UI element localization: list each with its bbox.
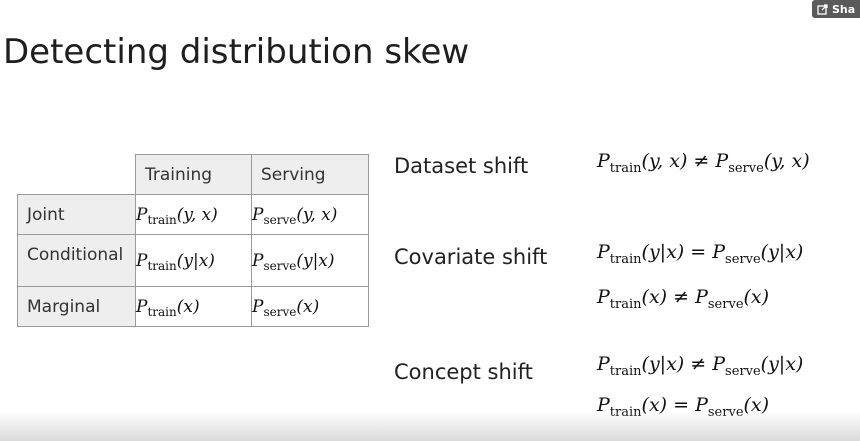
row-label-joint: Joint: [17, 194, 136, 235]
cell-marginal-training: Ptrain(x): [135, 286, 252, 327]
table-corner: [18, 155, 136, 195]
cell-marginal-serving: Pserve(x): [251, 286, 369, 327]
distribution-table: Training Serving Joint Ptrain(y, x) Pser…: [17, 154, 369, 327]
row-label-marginal: Marginal: [17, 286, 136, 327]
eq-covariate-shift-2: Ptrain(x) ≠ Pserve(x): [597, 286, 770, 312]
header-training: Training: [135, 154, 252, 195]
share-icon: [817, 3, 829, 15]
header-serving: Serving: [251, 154, 369, 195]
cell-joint-training: Ptrain(y, x): [135, 194, 252, 235]
share-label: Sha: [832, 2, 856, 16]
cell-conditional-serving: Pserve(y|x): [251, 234, 369, 287]
table-row-conditional: Conditional Ptrain(y|x) Pserve(y|x): [17, 234, 369, 287]
bottom-shadow: [0, 411, 860, 441]
label-covariate-shift: Covariate shift: [394, 245, 548, 269]
share-button[interactable]: Sha: [812, 0, 860, 18]
table-header-row: Training Serving: [18, 154, 369, 195]
table-row-joint: Joint Ptrain(y, x) Pserve(y, x): [17, 194, 369, 235]
eq-covariate-shift-1: Ptrain(y|x) = Pserve(y|x): [597, 241, 804, 267]
table-row-marginal: Marginal Ptrain(x) Pserve(x): [17, 286, 369, 327]
cell-conditional-training: Ptrain(y|x): [135, 234, 252, 287]
label-concept-shift: Concept shift: [394, 360, 533, 384]
page-title: Detecting distribution skew: [3, 32, 470, 72]
eq-dataset-shift-1: Ptrain(y, x) ≠ Pserve(y, x): [597, 150, 810, 176]
cell-joint-serving: Pserve(y, x): [251, 194, 369, 235]
eq-concept-shift-1: Ptrain(y|x) ≠ Pserve(y|x): [597, 353, 804, 379]
row-label-conditional: Conditional: [17, 234, 136, 287]
label-dataset-shift: Dataset shift: [394, 154, 529, 178]
